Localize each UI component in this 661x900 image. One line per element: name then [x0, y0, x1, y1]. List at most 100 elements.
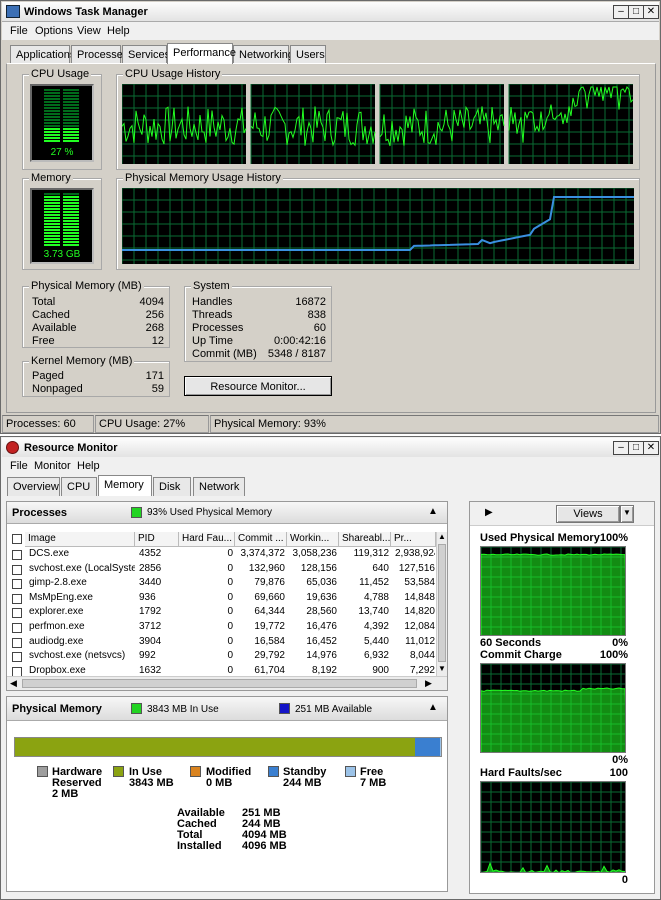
rm-menu-file[interactable]: File: [10, 460, 28, 472]
views-button[interactable]: Views: [556, 505, 620, 523]
process-cell[interactable]: 8,044: [395, 650, 435, 661]
minimize-button[interactable]: –: [613, 5, 629, 19]
process-cell[interactable]: 19,772: [239, 621, 285, 632]
process-cell[interactable]: svchost.exe (netsvcs): [29, 650, 135, 661]
process-row-checkbox[interactable]: [12, 550, 22, 560]
process-cell[interactable]: 3,374,372: [239, 548, 286, 559]
process-cell[interactable]: 936: [139, 592, 179, 603]
process-cell[interactable]: svchost.exe (LocalSyste...: [29, 563, 135, 574]
process-cell[interactable]: 14,976: [291, 650, 337, 661]
col-image[interactable]: Image: [25, 532, 135, 547]
process-cell[interactable]: 2,938,924: [395, 548, 435, 559]
rm-minimize-button[interactable]: –: [613, 441, 629, 455]
process-cell[interactable]: 19,636: [291, 592, 337, 603]
process-cell[interactable]: 8,192: [291, 665, 337, 676]
col-commit[interactable]: Commit ...: [235, 532, 287, 547]
scroll-down-icon[interactable]: ▼: [438, 664, 446, 673]
col-hard-faults[interactable]: Hard Fau...: [179, 532, 235, 547]
process-cell[interactable]: 16,584: [239, 636, 285, 647]
scroll-thumb[interactable]: [438, 544, 446, 662]
process-cell[interactable]: 0: [183, 563, 233, 574]
process-cell[interactable]: 6,932: [343, 650, 389, 661]
process-cell[interactable]: 127,516: [395, 563, 435, 574]
col-private[interactable]: Pr...: [391, 532, 436, 547]
tab-services[interactable]: Services: [122, 45, 170, 64]
process-row-checkbox[interactable]: [12, 637, 22, 648]
process-cell[interactable]: 4,392: [343, 621, 389, 632]
process-cell[interactable]: 4,788: [343, 592, 389, 603]
process-cell[interactable]: 640: [343, 563, 389, 574]
process-cell[interactable]: 28,560: [291, 606, 337, 617]
process-cell[interactable]: 0: [183, 665, 233, 676]
menu-view[interactable]: View: [77, 25, 101, 37]
process-cell[interactable]: 1632: [139, 665, 179, 676]
process-cell[interactable]: 11,012: [395, 636, 435, 647]
process-cell[interactable]: 65,036: [291, 577, 337, 588]
rm-tab-cpu[interactable]: CPU: [61, 477, 97, 496]
process-cell[interactable]: 12,084: [395, 621, 435, 632]
rm-tab-network[interactable]: Network: [193, 477, 245, 496]
scroll-left-icon[interactable]: ◀: [10, 678, 17, 689]
views-dropdown-icon[interactable]: ▼: [620, 505, 634, 523]
rm-maximize-button[interactable]: □: [628, 441, 644, 455]
col-working-set[interactable]: Workin...: [287, 532, 339, 547]
collapse-processes-icon[interactable]: ▲: [428, 506, 438, 517]
rm-close-button[interactable]: ✕: [643, 441, 659, 455]
process-cell[interactable]: gimp-2.8.exe: [29, 577, 135, 588]
process-cell[interactable]: 0: [183, 606, 233, 617]
process-cell[interactable]: 3440: [139, 577, 179, 588]
process-cell[interactable]: 3904: [139, 636, 179, 647]
process-cell[interactable]: 900: [343, 665, 389, 676]
maximize-button[interactable]: □: [628, 5, 644, 19]
process-cell[interactable]: MsMpEng.exe: [29, 592, 135, 603]
tab-applications[interactable]: Applications: [10, 45, 75, 64]
tab-processes[interactable]: Processes: [71, 45, 128, 64]
close-button[interactable]: ✕: [643, 5, 659, 19]
rm-tab-memory[interactable]: Memory: [98, 475, 152, 496]
col-pid[interactable]: PID: [135, 532, 179, 547]
process-vertical-scrollbar[interactable]: ▲ ▼: [436, 532, 447, 676]
process-cell[interactable]: 0: [183, 592, 233, 603]
process-cell[interactable]: 16,452: [291, 636, 337, 647]
process-row-checkbox[interactable]: [12, 579, 22, 590]
process-cell[interactable]: explorer.exe: [29, 606, 135, 617]
process-cell[interactable]: 992: [139, 650, 179, 661]
process-cell[interactable]: 128,156: [291, 563, 337, 574]
tab-users[interactable]: Users: [290, 45, 326, 64]
process-row-checkbox[interactable]: [12, 652, 22, 663]
process-cell[interactable]: 3712: [139, 621, 179, 632]
process-cell[interactable]: 1792: [139, 606, 179, 617]
process-cell[interactable]: 0: [183, 577, 233, 588]
process-cell[interactable]: perfmon.exe: [29, 621, 135, 632]
process-cell[interactable]: 0: [183, 636, 233, 647]
process-cell[interactable]: DCS.exe: [29, 548, 135, 559]
process-cell[interactable]: audiodg.exe: [29, 636, 135, 647]
process-cell[interactable]: 14,820: [395, 606, 435, 617]
resource-monitor-button[interactable]: Resource Monitor...: [184, 376, 332, 396]
process-cell[interactable]: 132,960: [239, 563, 285, 574]
process-row-checkbox[interactable]: [12, 608, 22, 619]
rm-tab-overview[interactable]: Overview: [7, 477, 60, 496]
rm-menu-help[interactable]: Help: [77, 460, 100, 472]
process-row-checkbox[interactable]: [12, 623, 22, 633]
task-manager-titlebar[interactable]: Windows Task Manager – □ ✕: [2, 2, 659, 22]
rm-tab-disk[interactable]: Disk: [153, 477, 191, 496]
processes-panel-header[interactable]: Processes 93% Used Physical Memory ▲: [7, 502, 447, 524]
menu-options[interactable]: Options: [35, 25, 73, 37]
process-cell[interactable]: 4352: [139, 548, 179, 559]
process-cell[interactable]: 79,876: [239, 577, 285, 588]
process-horizontal-scrollbar[interactable]: ◀ ▶: [7, 676, 447, 690]
scroll-up-icon[interactable]: ▲: [438, 532, 446, 541]
process-cell[interactable]: 61,704: [239, 665, 285, 676]
process-cell[interactable]: 3,058,236: [291, 548, 338, 559]
process-cell[interactable]: 0: [183, 621, 233, 632]
process-cell[interactable]: 69,660: [239, 592, 285, 603]
rm-menu-monitor[interactable]: Monitor: [34, 460, 71, 472]
tab-performance[interactable]: Performance: [167, 43, 236, 64]
process-cell[interactable]: 16,476: [291, 621, 337, 632]
process-cell[interactable]: 119,312: [343, 548, 389, 559]
scroll-right-icon[interactable]: ▶: [425, 678, 432, 689]
process-cell[interactable]: Dropbox.exe: [29, 665, 135, 676]
collapse-physical-memory-icon[interactable]: ▲: [428, 702, 438, 713]
process-cell[interactable]: 64,344: [239, 606, 285, 617]
